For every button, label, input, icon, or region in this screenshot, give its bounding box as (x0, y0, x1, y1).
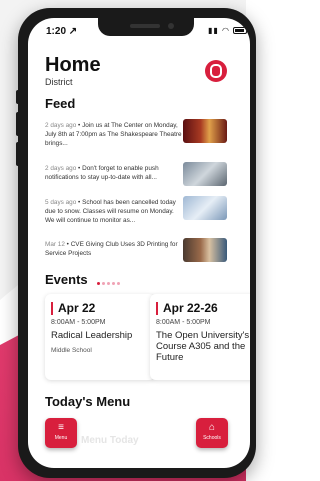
feed-thumbnail-image (183, 238, 227, 262)
menu-button-label: Menu (54, 435, 68, 441)
menu-button[interactable]: ≡ Menu (45, 418, 77, 448)
district-logo-icon[interactable] (205, 60, 227, 82)
battery-icon (233, 27, 248, 35)
page-title: Home (45, 54, 101, 76)
phone-side-button (16, 90, 20, 104)
event-name: Radical Leadership (51, 330, 133, 341)
schools-button[interactable]: ⌂ Schools (196, 418, 228, 448)
feed-item[interactable]: 2 days ago • Don't forget to enable push… (45, 164, 185, 182)
feed-item-time: Mar 12 (45, 241, 65, 248)
app-screen: 1:20 ↗ ▮▮ ◠ Home District Feed 2 days ag… (28, 18, 250, 468)
schools-button-label: Schools (203, 435, 221, 441)
phone-notch (98, 18, 194, 36)
feed-thumbnail-image (183, 119, 227, 143)
phone-side-button (16, 142, 20, 166)
event-card[interactable]: Apr 22 8:00AM - 5:00PM Radical Leadershi… (45, 294, 155, 380)
events-heading: Events (45, 272, 122, 288)
feed-item[interactable]: 5 days ago • School has been cancelled t… (45, 198, 185, 225)
carousel-dots (97, 273, 122, 288)
feed-item-time: 2 days ago (45, 165, 77, 172)
todays-menu-heading: Today's Menu (45, 394, 131, 409)
menu-icon: ≡ (58, 422, 64, 433)
event-location: Middle School (51, 347, 92, 354)
feed-heading: Feed (45, 96, 76, 111)
feed-item[interactable]: 2 days ago • Join us at The Center on Mo… (45, 121, 185, 148)
menu-peek-text: Menu Today (81, 435, 139, 446)
phone-side-button (16, 112, 20, 136)
school-building-icon: ⌂ (208, 422, 216, 433)
speaker-grille (130, 24, 160, 28)
feed-item[interactable]: Mar 12 • CVE Giving Club Uses 3D Printin… (45, 240, 185, 258)
event-time: 8:00AM - 5:00PM (51, 319, 106, 326)
feed-item-time: 5 days ago (45, 199, 77, 206)
feed-item-text: CVE Giving Club Uses 3D Printing for Ser… (45, 241, 178, 257)
event-card[interactable]: Apr 22-26 8:00AM - 5:00PM The Open Unive… (150, 294, 250, 380)
signal-icon: ▮▮ (208, 26, 219, 35)
feed-thumbnail-image (183, 196, 227, 220)
camera-icon (168, 23, 174, 29)
event-date: Apr 22 (51, 302, 95, 315)
feed-thumbnail-image (183, 162, 227, 186)
event-date: Apr 22-26 (156, 302, 218, 315)
wifi-icon: ◠ (222, 26, 231, 35)
page-subtitle: District (45, 77, 73, 87)
feed-item-time: 2 days ago (45, 122, 77, 129)
status-icons: ▮▮ ◠ (208, 26, 248, 35)
event-name: The Open University's Course A305 and th… (156, 330, 250, 363)
events-heading-label: Events (45, 272, 88, 287)
event-time: 8:00AM - 5:00PM (156, 319, 211, 326)
status-time: 1:20 ↗ (46, 26, 78, 37)
